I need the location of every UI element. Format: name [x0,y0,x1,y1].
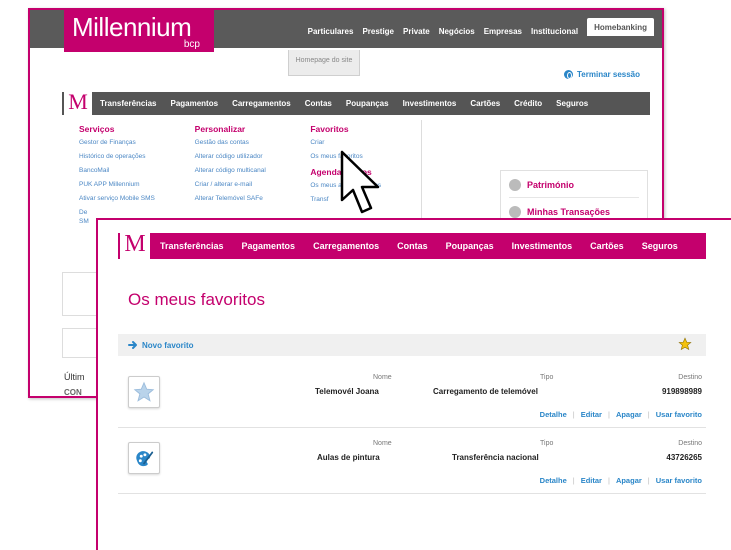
destino-value: 43726265 [666,453,702,462]
menu-header: Personalizar [194,124,246,134]
brand-logo[interactable]: Millennium bcp [64,10,214,52]
m-logo[interactable]: M [64,87,92,116]
top-nav-homebanking[interactable]: Homebanking [587,18,654,36]
top-nav-item[interactable]: Private [403,27,430,36]
main-nav-item[interactable]: Seguros [556,99,588,108]
menu-item[interactable]: Gestor de Finanças [79,139,190,146]
star-icon [133,381,155,402]
new-favorite-link[interactable]: Novo favorito [142,341,194,350]
tipo-value: Carregamento de telemóvel [433,387,538,396]
front-window: M Transferências Pagamentos Carregamento… [96,218,731,550]
main-nav-item[interactable]: Cartões [470,99,500,108]
menu-item[interactable]: PUK APP Millennium [79,181,190,188]
favorite-row: Nome Aulas de pintura Tipo Transferência… [118,436,706,494]
menu-item[interactable]: De [79,209,190,216]
menu-item[interactable]: Alterar código utilizador [195,153,306,160]
top-nav-item[interactable]: Negócios [439,27,475,36]
apagar-link[interactable]: Apagar [616,410,642,419]
row-actions: Detalhe | Editar | Apagar | Usar favorito [539,476,702,485]
favorite-icon-box [128,376,160,408]
logo-sub: bcp [183,39,200,50]
menu-column-servicos: Serviços Gestor de Finanças Histórico de… [74,120,190,230]
star-icon[interactable] [678,337,692,351]
tipo-label: Tipo [540,440,554,447]
usar-favorito-link[interactable]: Usar favorito [656,476,702,485]
logout-label: Terminar sessão [577,70,640,79]
main-nav-item[interactable]: Pagamentos [242,241,296,251]
editar-link[interactable]: Editar [581,476,602,485]
menu-header: Serviços [79,124,115,134]
top-nav-item[interactable]: Institucional [531,27,578,36]
page-title: Os meus favoritos [128,290,265,309]
menu-item[interactable]: Alterar código multicanal [195,167,306,174]
sidebar-item-patrimonio[interactable]: Património [501,171,647,191]
nome-label: Nome [373,440,392,447]
top-nav-item[interactable]: Particulares [308,27,354,36]
homepage-button[interactable]: Homepage do site [288,50,360,76]
main-nav-item[interactable]: Contas [397,241,428,251]
detalhe-link[interactable]: Detalhe [540,476,567,485]
menu-column-personalizar: Personalizar Gestão das contas Alterar c… [190,120,306,230]
m-logo[interactable]: M [120,229,150,259]
destino-value: 919898989 [661,387,702,396]
logout-link[interactable]: Terminar sessão [564,70,640,79]
main-nav-item[interactable]: Contas [305,99,332,108]
destino-label: Destino [678,440,702,447]
sidebar-item-label: Património [527,180,575,190]
nome-value: Telemovél Joana [315,387,379,396]
palette-icon [136,451,154,467]
main-nav-item[interactable]: Investimentos [403,99,457,108]
favorites-toolbar: Novo favorito [118,334,706,356]
coins-icon [509,179,521,191]
main-nav-item[interactable]: Transferências [160,241,224,251]
tipo-label: Tipo [540,374,554,381]
top-nav: Particulares Prestige Private Negócios E… [308,18,654,36]
main-nav-item[interactable]: Cartões [590,241,624,251]
menu-item[interactable]: Ativar serviço Mobile SMS [79,195,190,202]
destino-label: Destino [678,374,702,381]
transactions-icon [509,206,521,218]
top-nav-item[interactable]: Prestige [362,27,394,36]
main-nav-item[interactable]: Investimentos [512,241,573,251]
main-nav-item[interactable]: Crédito [514,99,542,108]
nome-label: Nome [373,374,392,381]
main-nav-item[interactable]: Transferências [100,99,156,108]
editar-link[interactable]: Editar [581,410,602,419]
favorite-row: Nome Telemovél Joana Tipo Carregamento d… [118,370,706,428]
row-actions: Detalhe | Editar | Apagar | Usar favorito [539,410,702,419]
sidebar-item-label: Minhas Transações [527,207,611,217]
apagar-link[interactable]: Apagar [616,476,642,485]
usar-favorito-link[interactable]: Usar favorito [656,410,702,419]
logo-name: Millennium [72,12,192,42]
section-heading: Últim [64,372,85,382]
section-subheading: CON [64,388,82,397]
main-nav: M Transferências Pagamentos Carregamento… [118,229,706,259]
menu-item[interactable]: Gestão das contas [195,139,306,146]
nome-value: Aulas de pintura [317,453,380,462]
menu-item[interactable]: BancoMail [79,167,190,174]
top-nav-item[interactable]: Empresas [484,27,522,36]
main-nav-item[interactable]: Poupanças [446,241,494,251]
menu-item[interactable]: Histórico de operações [79,153,190,160]
favorite-icon-box [128,442,160,474]
main-nav: M Transferências Pagamentos Carregamento… [62,87,650,116]
main-nav-item[interactable]: Seguros [642,241,678,251]
mouse-pointer-icon [340,150,380,214]
main-nav-item[interactable]: Carregamentos [232,99,291,108]
main-nav-item[interactable]: Poupanças [346,99,389,108]
detalhe-link[interactable]: Detalhe [540,410,567,419]
main-nav-item[interactable]: Carregamentos [313,241,379,251]
arrow-right-icon [128,341,137,349]
menu-item[interactable]: Criar / alterar e-mail [195,181,306,188]
sidebar-item-transacoes[interactable]: Minhas Transações [501,198,647,218]
tipo-value: Transferência nacional [452,453,539,462]
menu-item[interactable]: Alterar Telemóvel SAFe [195,195,306,202]
menu-header: Favoritos [310,124,349,134]
main-nav-item[interactable]: Pagamentos [170,99,218,108]
menu-item[interactable]: Criar [310,139,421,146]
power-icon [564,70,573,79]
